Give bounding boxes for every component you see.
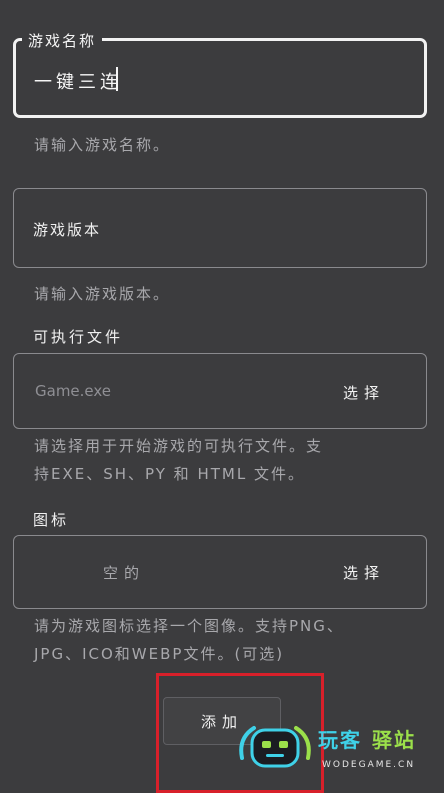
game-name-helper: 请输入游戏名称。 [34, 136, 171, 154]
icon-section-label: 图标 [33, 511, 70, 529]
watermark-url: WODEGAME.CN [322, 760, 416, 770]
watermark-robot-icon [239, 726, 311, 768]
icon-helper-line2: JPG、ICO和WEBP文件。(可选) [34, 645, 285, 663]
executable-section-label: 可执行文件 [33, 328, 124, 346]
icon-helper-line1: 请为游戏图标选择一个图像。支持PNG、 [34, 617, 344, 635]
add-game-screen: { "name_field": { "label": "游戏名称", "valu… [0, 0, 444, 793]
icon-select-button[interactable]: 选择 [343, 562, 385, 583]
executable-helper-line1: 请选择用于开始游戏的可执行文件。支 [34, 437, 324, 455]
executable-helper-line2: 持EXE、SH、PY 和 HTML 文件。 [34, 465, 305, 483]
game-version-placeholder: 游戏版本 [33, 221, 102, 239]
icon-empty-text: 空的 [103, 564, 146, 582]
game-version-helper: 请输入游戏版本。 [34, 285, 171, 303]
watermark-brand-part1: 玩客 [318, 728, 362, 752]
executable-placeholder: Game.exe [35, 382, 112, 400]
game-name-value[interactable]: 一键三连 [34, 68, 122, 94]
text-caret [116, 67, 118, 91]
watermark-brand: 玩客 驿站 [318, 724, 416, 753]
game-name-label: 游戏名称 [22, 30, 103, 51]
watermark-brand-part2: 驿站 [372, 728, 416, 752]
executable-select-button[interactable]: 选择 [343, 382, 385, 403]
